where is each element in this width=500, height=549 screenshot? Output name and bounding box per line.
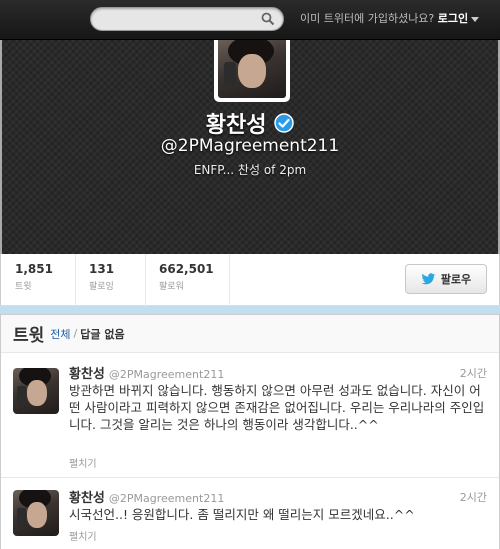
tab-separator: / — [73, 327, 78, 340]
tweet-timestamp[interactable]: 2시간 — [460, 365, 487, 381]
tweet-expand-link[interactable]: 펼치기 — [69, 455, 97, 470]
tab-no-replies[interactable]: 답글 없음 — [80, 326, 124, 342]
stat-followers-label: 팔로워 — [159, 282, 184, 292]
tab-all[interactable]: 전체 — [50, 326, 70, 342]
login-link[interactable]: 로그인 — [438, 12, 468, 25]
chevron-down-icon[interactable] — [471, 16, 480, 22]
follow-button[interactable]: 팔로우 — [405, 264, 487, 294]
search-icon[interactable] — [261, 12, 275, 26]
top-bar: 이미 트위터에 가입하셨나요? 로그인 — [0, 0, 500, 40]
tweet-author-name[interactable]: 황찬성 — [69, 367, 105, 382]
tweets-panel-header: 트윗 전체 / 답글 없음 — [1, 315, 499, 353]
tweet-author[interactable]: 황찬성 @2PMagreement211 — [69, 363, 224, 382]
login-prompt-text: 이미 트위터에 가입하셨나요? — [300, 12, 435, 25]
profile-name: 황찬성 — [205, 113, 267, 138]
tweet-author-handle[interactable]: @2PMagreement211 — [109, 368, 224, 381]
profile-bio: ENFP... 찬성 of 2pm — [193, 163, 307, 177]
twitter-bird-icon — [421, 272, 436, 284]
search-input[interactable] — [90, 7, 284, 31]
avatar-image — [218, 40, 286, 98]
tweet-text: 시국선언..! 응원합니다. 좀 떨리지만 왜 떨리는지 모르겠네요..^^ — [69, 507, 415, 522]
profile-avatar[interactable] — [214, 40, 290, 102]
tweet-author-name[interactable]: 황찬성 — [69, 491, 105, 506]
tweet-avatar[interactable] — [13, 368, 59, 414]
profile-name-row: 황찬성 — [2, 107, 498, 139]
stat-followers[interactable]: 662,501 팔로워 — [159, 262, 214, 292]
stat-following-count: 131 — [89, 262, 115, 276]
follow-button-label: 팔로우 — [440, 273, 472, 286]
stat-following[interactable]: 131 팔로잉 — [89, 262, 114, 292]
tweet-author[interactable]: 황찬성 @2PMagreement211 — [69, 487, 224, 506]
tweet-timestamp[interactable]: 2시간 — [460, 489, 487, 505]
profile-stats: 1,851 트윗 131 팔로잉 662,501 팔로워 팔로우 — [0, 254, 500, 306]
login-prompt: 이미 트위터에 가입하셨나요? 로그인 — [300, 10, 480, 26]
stat-followers-count: 662,501 — [159, 262, 214, 276]
tweet-avatar[interactable] — [13, 490, 59, 536]
tweets-panel-title: 트윗 — [13, 326, 45, 346]
stat-following-label: 팔로잉 — [89, 282, 114, 292]
tweet-author-handle[interactable]: @2PMagreement211 — [109, 492, 224, 505]
tweets-panel: 트윗 전체 / 답글 없음 황찬성 @2PMagreement211 2시간 방관… — [0, 314, 500, 549]
tweet-expand-link[interactable]: 펼치기 — [69, 528, 97, 543]
stat-tweets-label: 트윗 — [15, 282, 32, 292]
profile-handle: @2PMagreement211 — [160, 136, 340, 156]
stat-tweets-count: 1,851 — [15, 262, 53, 276]
tweet-item[interactable]: 황찬성 @2PMagreement211 2시간 시국선언..! 응원합니다. 좀… — [1, 478, 499, 549]
tweet-item[interactable]: 황찬성 @2PMagreement211 2시간 방관하면 바뀌지 않습니다. 행… — [1, 354, 499, 478]
stat-tweets[interactable]: 1,851 트윗 — [15, 262, 53, 292]
verified-badge-icon — [274, 113, 295, 133]
tweet-text: 방관하면 바뀌지 않습니다. 행동하지 않으면 아무런 성과도 없습니다. 자신… — [69, 383, 485, 432]
profile-header: 황찬성 @2PMagreement211 ENFP... 찬성 of 2pm — [0, 40, 500, 254]
